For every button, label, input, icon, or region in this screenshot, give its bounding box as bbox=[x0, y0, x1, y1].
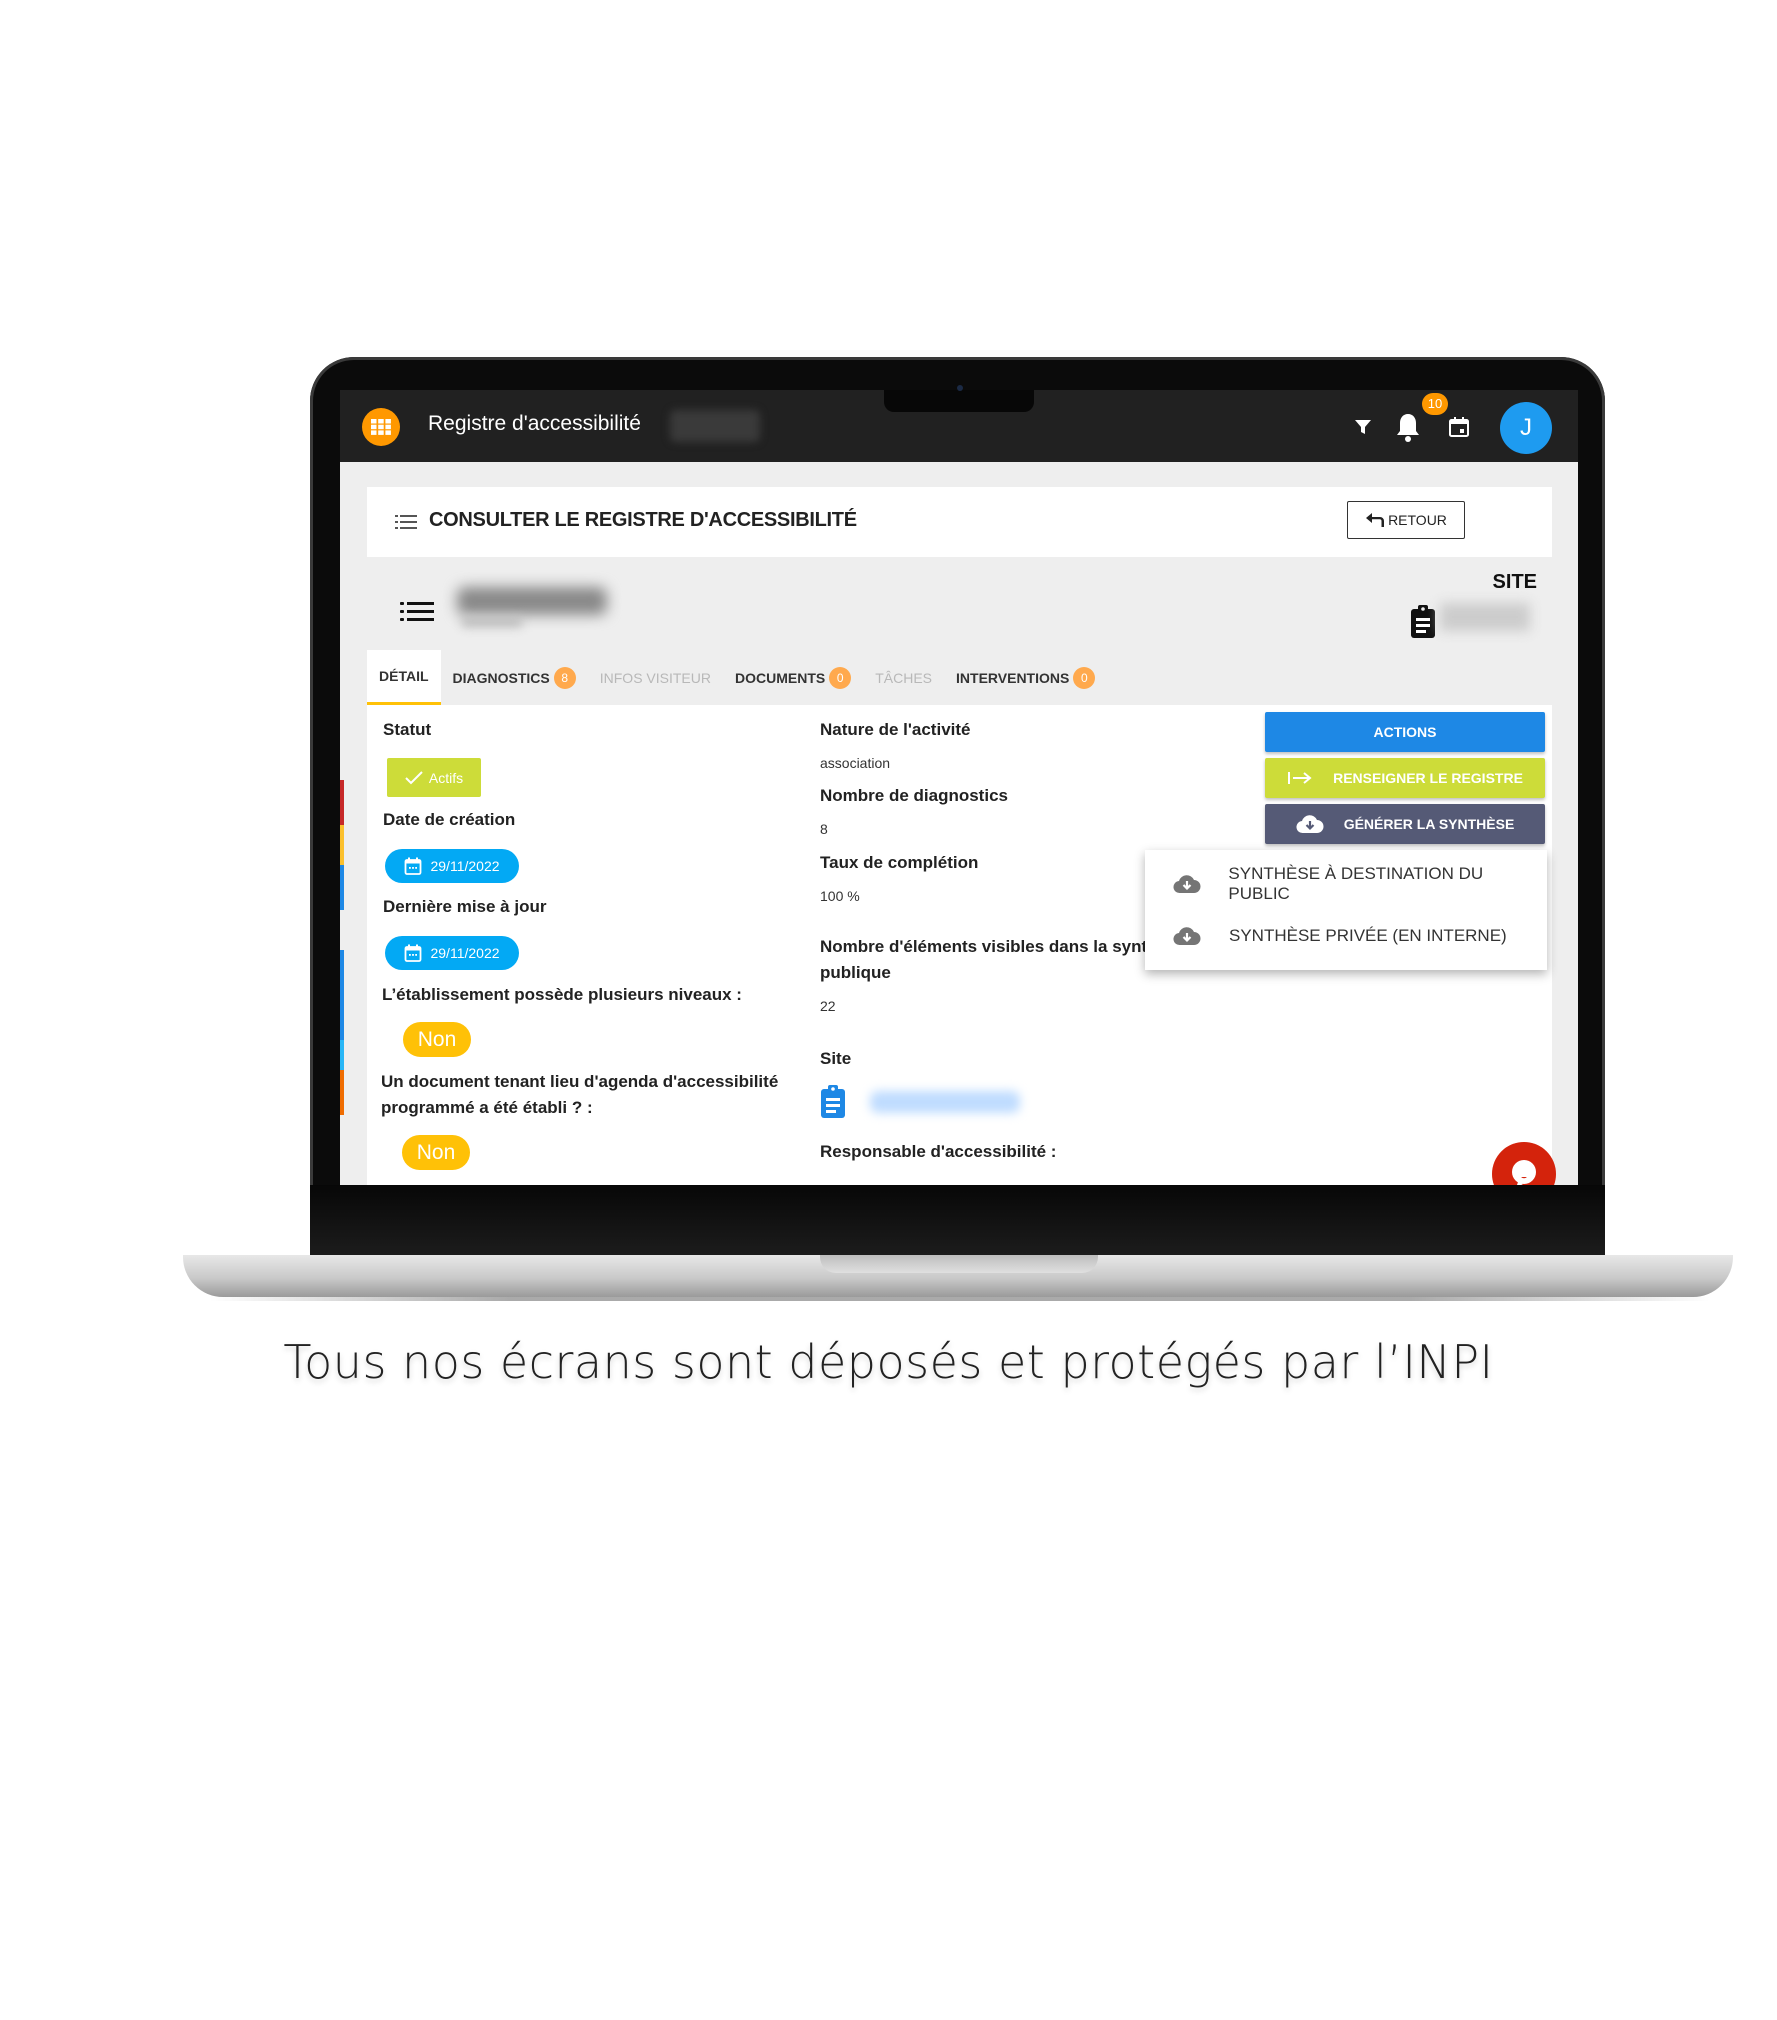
tab-diagnostics[interactable]: DIAGNOSTICS 8 bbox=[441, 650, 588, 705]
clipboard-icon bbox=[1410, 605, 1436, 644]
apps-grid-icon[interactable] bbox=[362, 408, 400, 446]
user-avatar[interactable]: J bbox=[1500, 402, 1552, 454]
calendar-icon bbox=[405, 857, 422, 875]
tab-interventions[interactable]: INTERVENTIONS 0 bbox=[944, 650, 1107, 705]
creation-date-value: 29/11/2022 bbox=[430, 858, 500, 874]
filter-icon[interactable] bbox=[1350, 414, 1376, 440]
site-label: Site bbox=[820, 1049, 852, 1068]
laptop-base-notch bbox=[820, 1255, 1098, 1273]
menu-item-synthese-privee[interactable]: SYNTHÈSE PRIVÉE (EN INTERNE) bbox=[1145, 910, 1547, 962]
tab-badge: 0 bbox=[829, 666, 852, 689]
arrow-right-to-bar-icon bbox=[1288, 772, 1312, 784]
creation-date-label: Date de création bbox=[383, 810, 516, 829]
tab-label: DOCUMENTS bbox=[734, 669, 826, 686]
niveaux-value-badge: Non bbox=[403, 1022, 471, 1057]
cloud-download-icon bbox=[1145, 926, 1229, 946]
redacted-record-name bbox=[457, 587, 607, 615]
list-icon bbox=[395, 514, 417, 535]
tab-badge: 8 bbox=[553, 666, 576, 689]
bell-icon[interactable] bbox=[1390, 408, 1426, 446]
undo-icon bbox=[1366, 513, 1385, 527]
list-icon bbox=[400, 601, 434, 628]
tab-label: DIAGNOSTICS bbox=[452, 669, 550, 686]
statut-label: Statut bbox=[383, 720, 432, 739]
laptop-bezel-bottom bbox=[310, 1185, 1605, 1255]
update-date-chip: 29/11/2022 bbox=[385, 936, 519, 970]
update-date-label: Dernière mise à jour bbox=[383, 897, 547, 916]
update-date-value: 29/11/2022 bbox=[430, 945, 500, 961]
tab-label: INFOS VISITEUR bbox=[599, 669, 711, 686]
creation-date-chip: 29/11/2022 bbox=[385, 849, 519, 883]
tab-label: DÉTAIL bbox=[379, 668, 429, 684]
nb-diagnostics-value: 8 bbox=[820, 821, 828, 837]
back-button[interactable]: RETOUR bbox=[1347, 501, 1465, 539]
redacted-site-link[interactable] bbox=[870, 1091, 1020, 1113]
page-title: CONSULTER LE REGISTRE D'ACCESSIBILITÉ bbox=[429, 509, 857, 531]
left-color-strip bbox=[340, 390, 348, 1185]
taux-value: 100 % bbox=[820, 888, 860, 904]
generer-label: GÉNÉRER LA SYNTHÈSE bbox=[1343, 816, 1515, 832]
chat-bubble-icon bbox=[1512, 1160, 1536, 1185]
nature-label: Nature de l'activité bbox=[820, 720, 971, 739]
laptop-shadow bbox=[210, 1297, 1710, 1301]
redacted-site-name bbox=[1440, 603, 1530, 631]
status-badge: Actifs bbox=[387, 758, 481, 797]
app-title: Registre d'accessibilité bbox=[428, 412, 641, 435]
calendar-icon[interactable] bbox=[1446, 414, 1472, 440]
menu-item-synthese-public[interactable]: SYNTHÈSE À DESTINATION DU PUBLIC bbox=[1145, 858, 1547, 910]
register-detail-card: SITE DÉTAIL DIAGNOSTICS 8 INFOS VISITEUR … bbox=[367, 565, 1552, 1185]
cloud-download-icon bbox=[1145, 874, 1228, 894]
nature-value: association bbox=[820, 755, 891, 771]
calendar-icon bbox=[405, 944, 422, 962]
taux-label: Taux de complétion bbox=[820, 853, 979, 872]
tab-detail[interactable]: DÉTAIL bbox=[367, 650, 441, 705]
page-header-card: CONSULTER LE REGISTRE D'ACCESSIBILITÉ RE… bbox=[367, 487, 1552, 557]
tab-bar: DÉTAIL DIAGNOSTICS 8 INFOS VISITEUR DOCUM… bbox=[367, 650, 1107, 705]
menu-item-label: SYNTHÈSE À DESTINATION DU PUBLIC bbox=[1228, 864, 1484, 903]
agenda-label-line2: programmé a été établi ? : bbox=[381, 1098, 593, 1117]
nb-elements-label-line2: publique bbox=[820, 963, 891, 982]
redacted-title-suffix bbox=[670, 410, 760, 442]
redacted-record-subtitle bbox=[462, 617, 522, 627]
record-header: SITE DÉTAIL DIAGNOSTICS 8 INFOS VISITEUR … bbox=[367, 565, 1552, 705]
record-type-label: SITE bbox=[1492, 571, 1537, 593]
tab-label: TÂCHES bbox=[875, 669, 933, 686]
back-button-label: RETOUR bbox=[1388, 512, 1447, 528]
tab-documents[interactable]: DOCUMENTS 0 bbox=[723, 650, 863, 705]
tab-taches: TÂCHES bbox=[863, 650, 944, 705]
tab-label: INTERVENTIONS bbox=[956, 669, 1070, 686]
generer-synthese-button[interactable]: GÉNÉRER LA SYNTHÈSE bbox=[1265, 804, 1545, 844]
copyright-caption: Tous nos écrans sont déposés et protégés… bbox=[283, 1335, 1494, 1389]
menu-item-label: SYNTHÈSE PRIVÉE (EN INTERNE) bbox=[1229, 926, 1507, 945]
cloud-download-icon bbox=[1296, 815, 1324, 834]
agenda-value-badge: Non bbox=[402, 1135, 470, 1170]
nb-elements-value: 22 bbox=[820, 998, 836, 1014]
status-value: Actifs bbox=[428, 769, 464, 786]
nb-diagnostics-label: Nombre de diagnostics bbox=[820, 786, 1008, 805]
check-icon bbox=[405, 770, 423, 784]
responsable-label: Responsable d'accessibilité : bbox=[820, 1142, 1057, 1161]
camera-notch bbox=[884, 390, 1034, 412]
renseigner-registre-button[interactable]: RENSEIGNER LE REGISTRE bbox=[1265, 758, 1545, 798]
nb-elements-label-line1: Nombre d'éléments visibles dans la synth… bbox=[820, 937, 1186, 956]
app-screen: Registre d'accessibilité 10 J CONSULTER … bbox=[340, 390, 1578, 1185]
camera-icon bbox=[957, 385, 963, 391]
notification-badge: 10 bbox=[1422, 393, 1448, 415]
actions-button[interactable]: ACTIONS bbox=[1265, 712, 1545, 752]
agenda-label-line1: Un document tenant lieu d'agenda d'acces… bbox=[381, 1072, 779, 1091]
site-clipboard-icon[interactable] bbox=[820, 1085, 846, 1124]
renseigner-label: RENSEIGNER LE REGISTRE bbox=[1333, 770, 1523, 786]
synthese-dropdown-menu: SYNTHÈSE À DESTINATION DU PUBLIC SYNTHÈS… bbox=[1145, 850, 1547, 970]
tab-infos-visiteur: INFOS VISITEUR bbox=[588, 650, 723, 705]
tab-badge: 0 bbox=[1073, 666, 1096, 689]
niveaux-label: L’établissement possède plusieurs niveau… bbox=[382, 985, 742, 1004]
